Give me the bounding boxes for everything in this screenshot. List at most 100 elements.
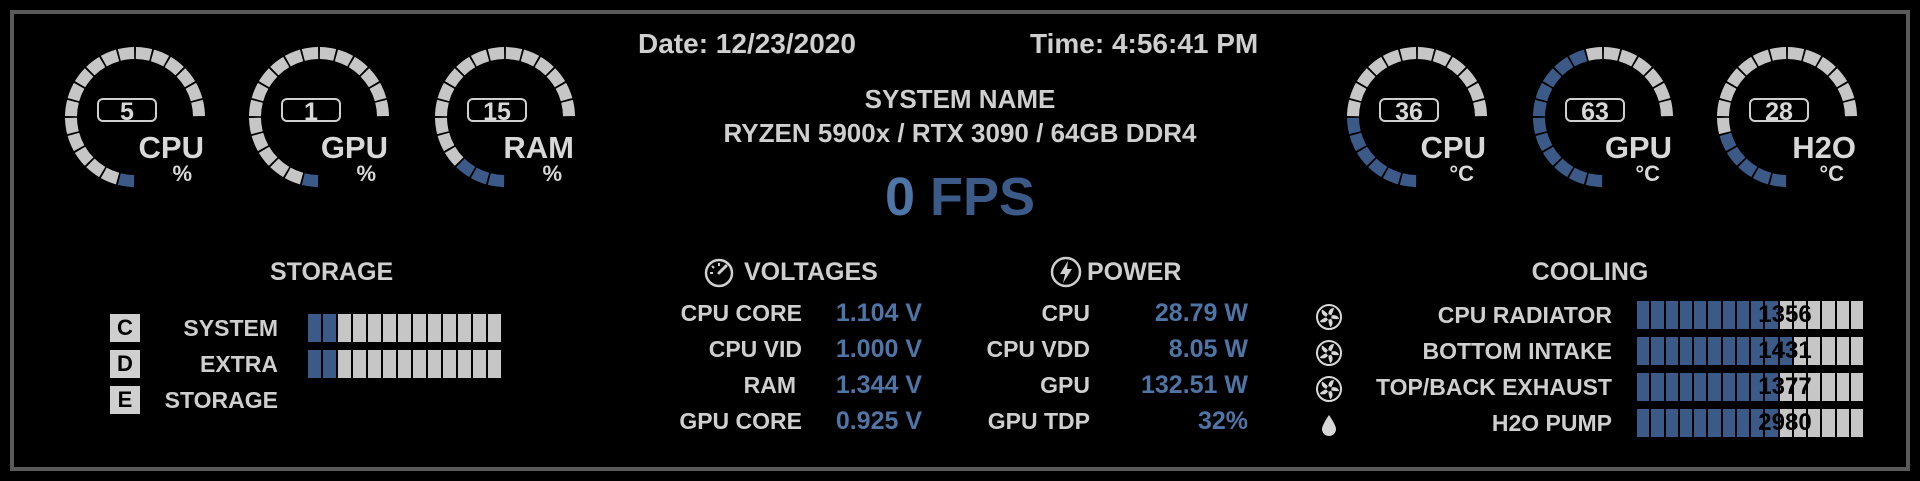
cooling-title: COOLING (1531, 258, 1649, 286)
bar-segment (1822, 373, 1835, 401)
bar-segment (1679, 301, 1692, 329)
bar-segment (1651, 409, 1664, 437)
bar-segment (1679, 373, 1692, 401)
bar-segment (473, 314, 486, 342)
bar-segment (1665, 337, 1678, 365)
bar-segment (1679, 409, 1692, 437)
gauge-segment (67, 132, 85, 152)
gauge-segment-active (1568, 167, 1588, 185)
bar-segment (1722, 409, 1735, 437)
gauge-segment (251, 82, 269, 102)
gauge-segment (251, 132, 269, 152)
gauge-segment (1717, 117, 1731, 135)
gauge-segment (369, 82, 387, 102)
cooling-rpm: 1377 (1758, 373, 1812, 400)
bar-segment (428, 314, 441, 342)
gauge-segment (435, 99, 449, 117)
gauge-segment (301, 47, 319, 61)
bar-segment (473, 350, 486, 378)
gauge-segment (1349, 82, 1367, 102)
gauge-segment-active (1535, 82, 1553, 102)
gauge-segment (555, 82, 573, 102)
gauge-segment-active (470, 167, 490, 185)
bar-segment (443, 314, 456, 342)
gauge-segment (1585, 47, 1603, 61)
gauge-label: CPU (138, 130, 204, 165)
fan-icon (1315, 339, 1343, 367)
cpu-usage-gauge: 5 CPU % (60, 42, 210, 192)
gauge-segment (1347, 99, 1361, 117)
gauge-segment-active (1719, 132, 1737, 152)
gauge-segment (437, 82, 455, 102)
bar-segment (1736, 301, 1749, 329)
gauge-segment-active (1533, 117, 1547, 135)
gauge-segment (505, 47, 523, 61)
h2o-temp-gauge: 28 H2O °C (1712, 42, 1862, 192)
voltage-value: 0.925 V (835, 407, 922, 435)
gauge-segment (435, 117, 449, 135)
gauge-segment (1467, 82, 1485, 102)
lightning-icon (1050, 256, 1082, 288)
gauge-value: 15 (467, 98, 527, 125)
gauge-segment (437, 132, 455, 152)
bar-segment (458, 314, 471, 342)
date-label: Date: 12/23/2020 (638, 28, 856, 59)
bar-segment (488, 314, 501, 342)
bar-segment (1708, 373, 1721, 401)
gauge-segment (1382, 49, 1402, 67)
bar-segment (368, 350, 381, 378)
cooling-rpm: 1431 (1758, 337, 1812, 364)
bar-segment (1850, 409, 1863, 437)
bar-segment (353, 350, 366, 378)
ram-usage-gauge: 15 RAM % (430, 42, 580, 192)
gauge-segment (1399, 47, 1417, 61)
bar-segment (1722, 301, 1735, 329)
gauge-unit: % (356, 161, 376, 186)
bar-segment (398, 314, 411, 342)
gauge-label: GPU (320, 130, 388, 165)
bar-segment (1708, 301, 1721, 329)
cooling-label: TOP/BACK EXHAUST (1376, 374, 1612, 400)
bar-segment (383, 350, 396, 378)
bar-segment (1722, 373, 1735, 401)
cooling-label: BOTTOM INTAKE (1422, 338, 1612, 364)
gauge-segment (487, 47, 505, 61)
bar-segment (458, 350, 471, 378)
gauge-segment (1843, 99, 1857, 117)
gauge-segment-active (1399, 173, 1417, 187)
gauge-segment (1837, 82, 1855, 102)
voltage-label: RAM (743, 372, 796, 398)
fan-icon (1315, 303, 1343, 331)
bar-segment (1836, 373, 1849, 401)
gauge-segment (284, 49, 304, 67)
power-value: 8.05 W (1168, 335, 1248, 363)
gauge-segment (100, 167, 120, 185)
gauge-segment-active (1769, 173, 1787, 187)
time-label: Time: 4:56:41 PM (1030, 28, 1259, 59)
gauge-segment (65, 99, 79, 117)
bar-segment (1637, 373, 1650, 401)
bar-segment (443, 350, 456, 378)
gauge-segment (334, 49, 354, 67)
gauge-value: 63 (1565, 98, 1625, 125)
gauge-segment-active (1347, 117, 1361, 135)
gauge-segment (1802, 49, 1822, 67)
bar-segment (1836, 337, 1849, 365)
fps-value: 0 (884, 167, 915, 227)
fan-icon (1315, 375, 1343, 403)
bar-segment (1694, 301, 1707, 329)
bar-segment (338, 350, 351, 378)
gauge-segment-active (1535, 132, 1553, 152)
power-value: 132.51 W (1140, 371, 1248, 399)
gauge-unit: °C (1635, 161, 1660, 186)
bar-segment (1665, 301, 1678, 329)
bar-segment (1708, 409, 1721, 437)
bar-segment (323, 314, 336, 342)
gauge-unit: % (172, 161, 192, 186)
gauge-segment (191, 99, 205, 117)
bar-segment (1736, 373, 1749, 401)
drive-name: SYSTEM (183, 315, 278, 341)
cooling-rpm: 1356 (1758, 301, 1812, 328)
gauge-label: RAM (503, 130, 574, 165)
gauge-segment (117, 47, 135, 61)
